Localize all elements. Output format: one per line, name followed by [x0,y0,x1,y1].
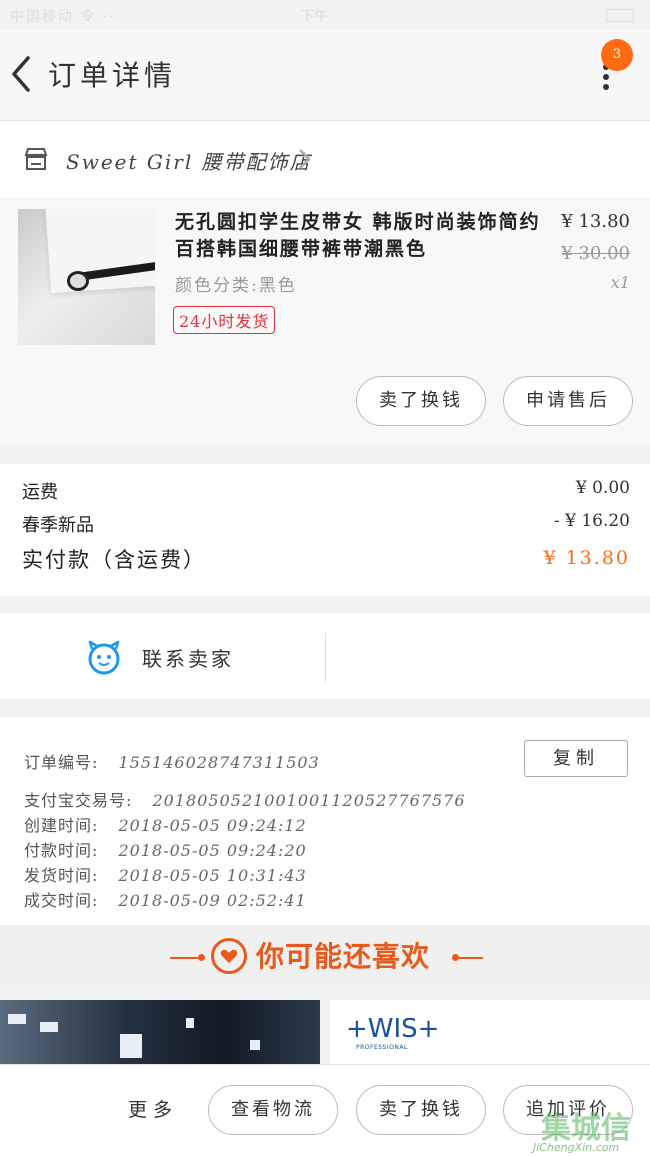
battery-icon [606,9,634,22]
recommend-header: 你可能还喜欢 [0,925,650,985]
completed-value: 2018-05-09 02:52:41 [118,891,307,910]
status-bar: 中国移动 令 ··· 下午 [0,0,650,30]
shipping-label: 运费 [22,482,58,503]
product-quantity: x1 [610,273,630,292]
alipay-value: 2018050521001001120527767576 [152,791,466,810]
completed-label: 成交时间: [24,891,99,910]
alipay-label: 支付宝交易号: [24,791,133,810]
shipping-tag: 24小时发货 [173,306,276,334]
brand-subtitle: PROFESSIONAL [356,1044,408,1051]
paid-value: 2018-05-05 09:24:20 [118,841,307,860]
product-card[interactable]: 无孔圆扣学生皮带女 韩版时尚装饰简约百搭韩国细腰带裤带潮黑色 颜色分类:黑色 2… [0,197,650,445]
order-number-label: 订单编号: [24,753,99,772]
created-row: 创建时间: 2018-05-05 09:24:12 [24,812,307,836]
left-decor-dot [198,954,205,961]
promo-value: - ¥ 16.20 [553,511,630,531]
promo-label: 春季新品 [22,515,94,536]
chevron-right-icon [299,149,311,169]
original-price: ¥ 30.00 [561,243,630,264]
shop-row[interactable]: Sweet Girl 腰带配饰店 [0,121,650,197]
heart-icon [211,938,247,974]
contact-bar: 联系卖家 [0,613,650,699]
right-decor-line [453,957,483,959]
view-logistics-button[interactable]: 查看物流 [208,1085,338,1135]
message-badge[interactable]: 3 [601,39,633,71]
sell-again-button[interactable]: 卖了换钱 [356,1085,486,1135]
contact-seller-button[interactable]: 联系卖家 [142,643,234,672]
nav-bar: 订单详情 3 [0,30,650,121]
order-number-value: 155146028747311503 [118,753,320,772]
product-sku: 颜色分类:黑色 [175,276,297,296]
recommend-card-wis[interactable]: +WIS+ PROFESSIONAL [330,1000,650,1064]
left-decor-line [170,957,200,959]
carrier-text: 中国移动 令 ··· [10,9,123,25]
promo-row: 春季新品 - ¥ 16.20 [22,511,630,537]
chat-bot-icon[interactable] [86,639,122,675]
shipped-row: 发货时间: 2018-05-05 10:31:43 [24,862,307,886]
watermark: 集城信 JiChengXin.com [533,1103,643,1154]
divider [325,633,326,683]
brand-logo: +WIS+ [346,1014,440,1044]
total-row: 实付款（含运费） ¥ 13.80 [22,544,630,574]
recommend-card-city[interactable] [0,1000,320,1064]
more-button[interactable]: 更多 [128,1095,178,1122]
order-info: 订单编号: 155146028747311503 复制 支付宝交易号: 2018… [0,717,650,925]
shipping-row: 运费 ¥ 0.00 [22,478,630,504]
paid-row: 付款时间: 2018-05-05 09:24:20 [24,837,307,861]
shipped-value: 2018-05-05 10:31:43 [118,866,307,885]
total-label: 实付款（含运费） [22,548,206,572]
shipped-label: 发货时间: [24,866,99,885]
back-arrow-icon [12,56,30,92]
created-label: 创建时间: [24,816,99,835]
time-text: 下午 [300,9,328,25]
shop-name: Sweet Girl 腰带配饰店 [66,150,312,174]
total-value: ¥ 13.80 [543,547,630,569]
page-title: 订单详情 [48,59,177,92]
recommend-title: 你可能还喜欢 [256,940,431,973]
product-image[interactable] [18,209,155,345]
product-name: 无孔圆扣学生皮带女 韩版时尚装饰简约百搭韩国细腰带裤带潮黑色 [175,211,541,260]
store-icon [24,148,48,170]
back-button[interactable] [6,52,36,96]
product-price: ¥ 13.80 [561,211,630,232]
alipay-row: 支付宝交易号: 2018050521001001120527767576 [24,787,466,811]
after-sale-button[interactable]: 申请售后 [503,376,633,426]
fee-summary: 运费 ¥ 0.00 春季新品 - ¥ 16.20 实付款（含运费） ¥ 13.8… [0,464,650,596]
created-value: 2018-05-05 09:24:12 [118,816,307,835]
copy-button[interactable]: 复制 [524,740,628,777]
paid-label: 付款时间: [24,841,99,860]
shipping-value: ¥ 0.00 [575,478,630,498]
watermark-url: JiChengXin.com [533,1141,620,1154]
sell-button[interactable]: 卖了换钱 [356,376,486,426]
order-number-row: 订单编号: 155146028747311503 [24,749,320,773]
completed-row: 成交时间: 2018-05-09 02:52:41 [24,887,307,911]
